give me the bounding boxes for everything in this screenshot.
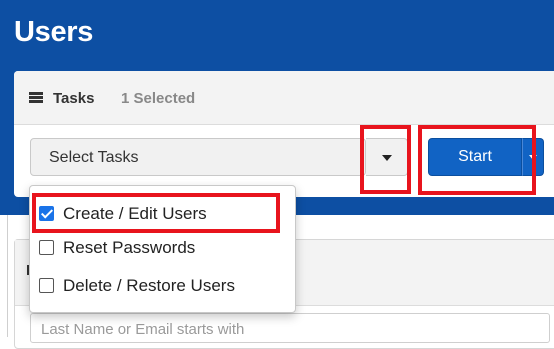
search-input[interactable] — [30, 313, 550, 343]
task-option-delete-restore-users[interactable]: Delete / Restore Users — [30, 272, 295, 300]
task-option-label: Delete / Restore Users — [63, 276, 235, 295]
tasks-selected-count: 1 Selected — [121, 90, 196, 107]
left-divider — [7, 215, 8, 337]
checkbox-unchecked[interactable] — [39, 240, 54, 255]
tasks-title: Tasks — [53, 90, 95, 107]
select-tasks-text: Select Tasks — [49, 149, 139, 166]
tasks-panel-header: Tasks 1 Selected — [14, 71, 554, 125]
task-option-reset-passwords[interactable]: Reset Passwords — [30, 234, 295, 262]
select-tasks-dropdown[interactable]: Select Tasks — [30, 138, 366, 176]
page-title: Users — [14, 16, 94, 48]
annotation-highlight-select-toggle — [360, 125, 411, 194]
annotation-highlight-start — [418, 125, 536, 195]
list-icon — [29, 92, 43, 103]
checkbox-unchecked[interactable] — [39, 278, 54, 293]
task-option-label: Reset Passwords — [63, 238, 196, 257]
annotation-highlight-create-edit — [32, 193, 280, 233]
